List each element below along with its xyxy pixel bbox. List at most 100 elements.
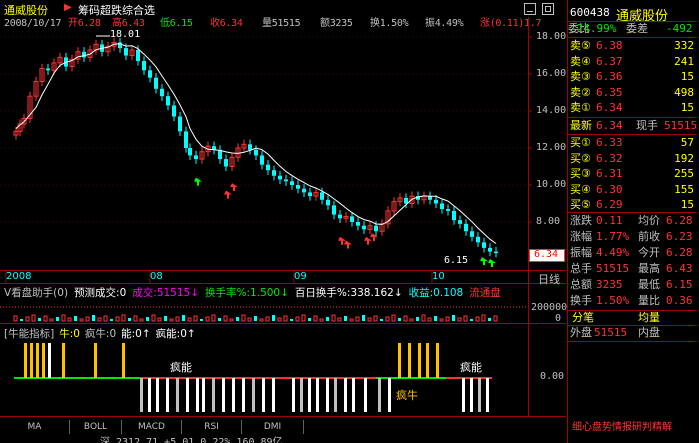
weicha-label: 委差 xyxy=(626,22,648,35)
buy-volume: 57 xyxy=(680,136,694,149)
fenbi-label[interactable]: 分笔 xyxy=(572,311,594,325)
tab-macd[interactable]: MACD xyxy=(122,420,182,434)
candle-body xyxy=(482,242,486,248)
stat-value: 6.28 xyxy=(666,246,693,259)
sell-row[interactable]: 卖③ 6.36 15 xyxy=(568,70,696,84)
candle-body xyxy=(494,251,498,254)
fengneng-annotation: 疯能 xyxy=(170,361,192,374)
tab-boll[interactable]: BOLL xyxy=(70,420,122,434)
sell-price: 6.35 xyxy=(596,85,623,99)
sell-row[interactable]: 卖② 6.35 498 xyxy=(568,86,696,100)
volume-bar xyxy=(265,316,270,322)
candle-body xyxy=(188,148,192,156)
candle-body xyxy=(184,131,188,148)
volume-bar xyxy=(290,319,293,321)
buy-row[interactable]: 买④ 6.30 155 xyxy=(568,183,696,197)
candle-body xyxy=(464,223,468,232)
buy-row[interactable]: 买② 6.32 192 xyxy=(568,152,696,166)
volume-bar xyxy=(488,318,491,321)
volume-bar xyxy=(301,314,306,322)
volume-bar xyxy=(434,316,437,321)
buy-row[interactable]: 买⑤ 6.29 15 xyxy=(568,198,696,212)
niu-energy-bar xyxy=(186,378,189,412)
junliang-label[interactable]: 均量 xyxy=(638,311,660,325)
price-tick-label: 18.00 xyxy=(536,31,567,42)
candle-body xyxy=(302,188,306,193)
sell-volume: 15 xyxy=(680,70,694,83)
niu-energy-bar xyxy=(344,378,347,412)
sell-row[interactable]: 卖⑤ 6.38 332 xyxy=(568,39,696,53)
kline-chart[interactable] xyxy=(0,0,566,443)
volume-legend: V看盘助手(0) 预测成交:0 成交:51515↓ 换手率%:1.500↓ 百日换手%:… xyxy=(4,285,507,299)
volume-bar xyxy=(85,316,90,322)
volume-bar xyxy=(409,318,414,322)
volume-bar xyxy=(200,319,203,321)
volume-bar xyxy=(103,315,108,322)
tab-dmi[interactable]: DMI xyxy=(242,420,304,434)
candle-body xyxy=(178,116,182,132)
volume-bar xyxy=(20,319,23,321)
volume-bar xyxy=(439,318,444,322)
sell-price: 6.37 xyxy=(596,54,623,68)
stat-value: 6.23 xyxy=(666,230,693,243)
volume-bar xyxy=(169,318,174,322)
niu-energy-bar xyxy=(326,378,329,412)
x-label-10: 10 xyxy=(432,271,445,282)
niu-energy-bar xyxy=(388,378,391,412)
volume-bar xyxy=(337,317,342,322)
buy-row[interactable]: 买③ 6.31 255 xyxy=(568,167,696,181)
candle-body xyxy=(224,159,228,167)
niu-legend-item: 疯牛:0 xyxy=(84,328,117,340)
stat-label: 涨幅 xyxy=(570,230,592,243)
niu-energy-bar xyxy=(166,378,169,412)
stat-label: 均价 xyxy=(638,214,660,227)
fengniu-annotation: 疯牛 xyxy=(396,389,418,402)
tab-rsi[interactable]: RSI xyxy=(182,420,242,434)
stat-label: 总额 xyxy=(570,278,592,291)
candle-body xyxy=(374,225,378,232)
volume-bar xyxy=(205,316,210,322)
niu-bull-bar xyxy=(94,343,97,378)
buy-row[interactable]: 买① 6.33 57 xyxy=(568,136,696,150)
stat-label: 涨跌 xyxy=(570,214,592,227)
volume-bar xyxy=(128,318,131,321)
waipan-label: 外盘 xyxy=(570,326,592,339)
stat-value: 6.15 xyxy=(666,278,693,291)
period-selector[interactable]: 日线 xyxy=(538,271,560,287)
stat-label: 今开 xyxy=(638,246,660,259)
niu-energy-bar xyxy=(242,378,245,412)
volume-legend-item: 预测成交:0 xyxy=(74,287,127,299)
volume-bar xyxy=(367,317,372,322)
niu-energy-bar xyxy=(272,378,275,412)
buy-volume: 192 xyxy=(674,151,694,165)
tab-ma[interactable]: MA xyxy=(0,420,70,434)
stat-value: 6.28 xyxy=(666,214,693,227)
candle-body xyxy=(440,203,444,210)
volume-bar xyxy=(175,316,180,322)
volume-bar xyxy=(362,315,365,321)
buy-level-label: 买② xyxy=(570,151,591,165)
niu-bull-bar xyxy=(436,343,439,378)
sell-row[interactable]: 卖④ 6.37 241 xyxy=(568,55,696,69)
volume-bar xyxy=(187,317,192,322)
buy-level-label: 买③ xyxy=(570,167,591,180)
candle-body xyxy=(166,96,170,106)
volume-bar xyxy=(56,317,59,321)
weibi-value: -24.99% xyxy=(570,22,617,35)
latest-value: 6.34 xyxy=(596,119,623,132)
niu-energy-bar xyxy=(292,378,295,412)
sell-level-label: 卖④ xyxy=(570,54,591,68)
stat-label: 量比 xyxy=(638,294,660,307)
candle-body xyxy=(362,225,366,230)
waipan-row: 外盘 51515 内盘 xyxy=(568,326,696,340)
fenbi-row[interactable]: 分笔 均量 xyxy=(568,311,696,325)
sell-volume: 332 xyxy=(674,39,694,52)
buy-price: 6.29 xyxy=(596,198,623,211)
sell-row[interactable]: 卖① 6.34 15 xyxy=(568,101,696,115)
sell-volume: 241 xyxy=(674,54,694,68)
candle-body xyxy=(446,209,450,211)
volume-bar xyxy=(427,317,432,322)
candle-body xyxy=(326,199,330,206)
volume-legend-item: 百日换手%:338.162↓ xyxy=(294,287,403,299)
price-tick-label: 10.00 xyxy=(536,179,567,190)
